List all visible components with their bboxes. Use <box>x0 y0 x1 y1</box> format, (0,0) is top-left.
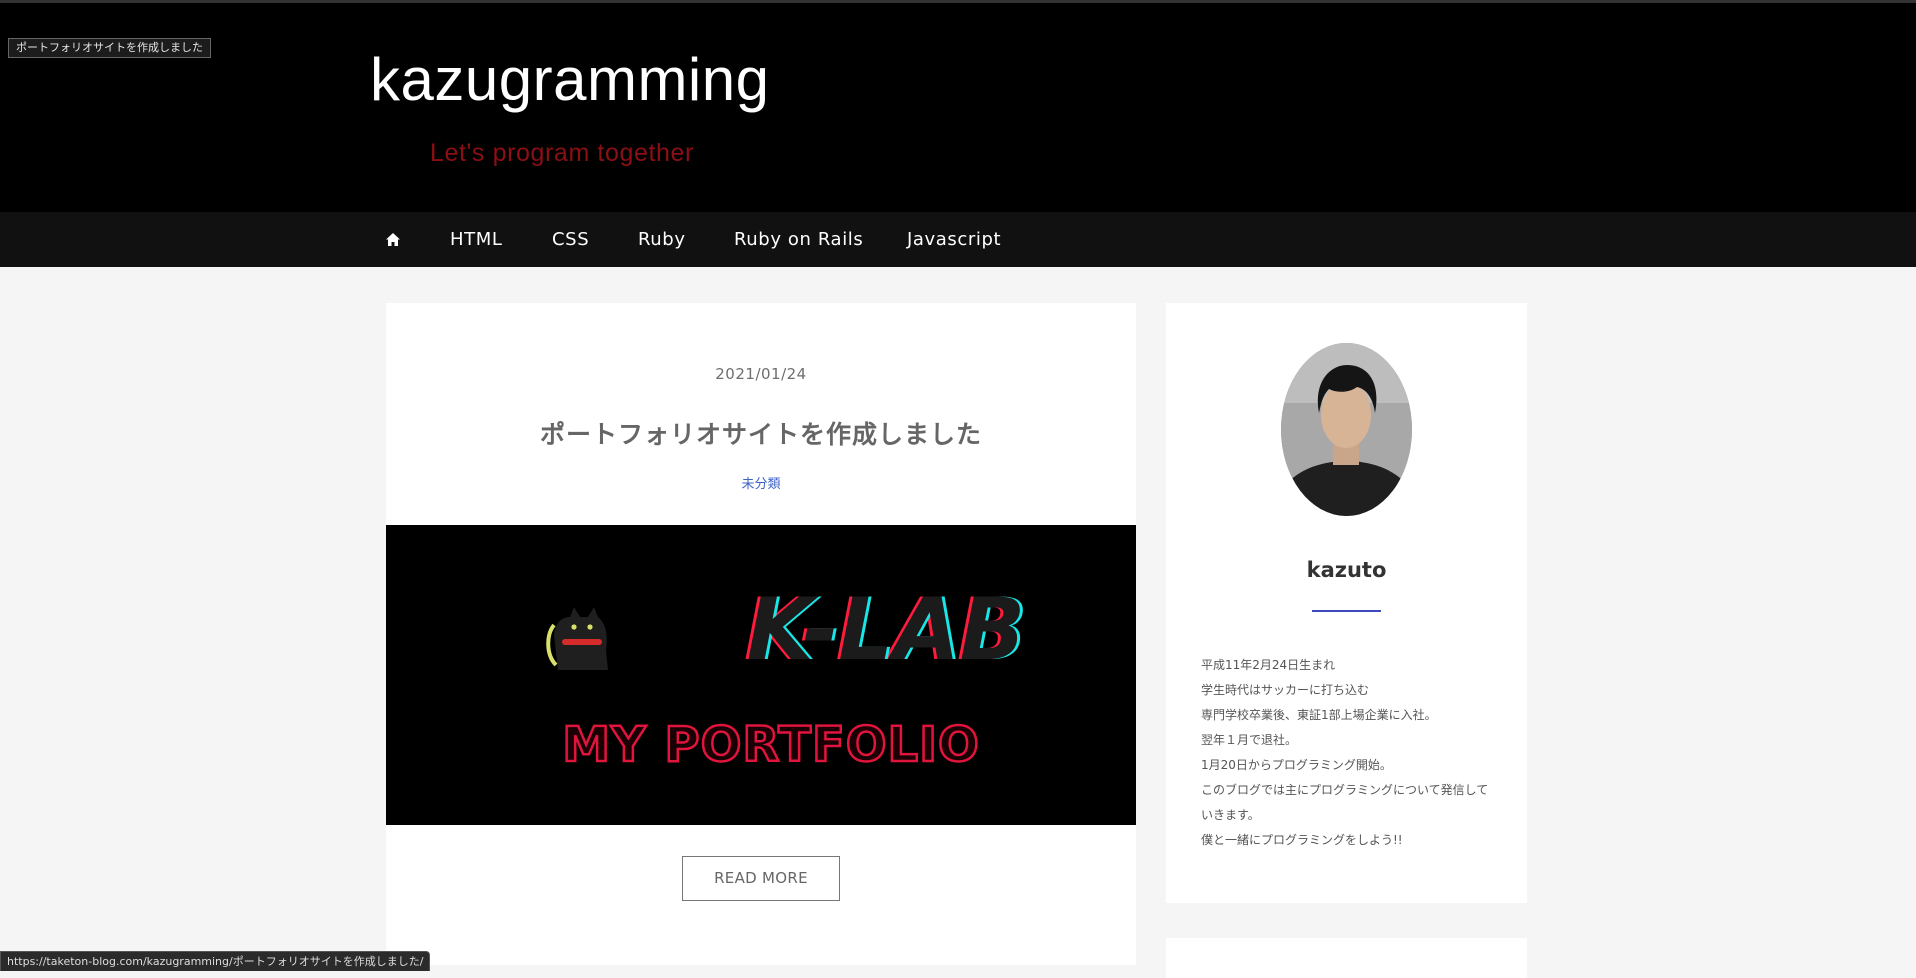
post-category[interactable]: 未分類 <box>386 473 1136 492</box>
post-title[interactable]: ポートフォリオサイトを作成しました <box>386 415 1136 451</box>
profile-widget: kazuto 平成11年2月24日生まれ 学生時代はサッカーに打ち込む 専門学校… <box>1166 303 1527 903</box>
nav-item-javascript[interactable]: Javascript <box>907 212 1001 267</box>
site-header: kazugramming Let's program together <box>0 3 1916 212</box>
profile-name: kazuto <box>1306 558 1387 582</box>
avatar-photo <box>1281 343 1412 516</box>
nav-item-css[interactable]: CSS <box>552 212 589 267</box>
bio-line: いきます。 <box>1201 808 1260 822</box>
site-tagline: Let's program together <box>430 139 694 167</box>
bio-line: 僕と一緒にプログラミングをしよう!! <box>1201 833 1403 847</box>
banner-subtitle: MY PORTFOLIO <box>562 717 980 773</box>
read-more-button[interactable]: READ MORE <box>682 856 840 901</box>
bio-line: 平成11年2月24日生まれ <box>1201 658 1336 672</box>
bio-line: 専門学校卒業後、東証1部上場企業に入社。 <box>1201 708 1437 722</box>
sidebar-widget <box>1166 938 1527 978</box>
avatar <box>1281 343 1412 516</box>
post-thumbnail[interactable]: K-LAB K-LAB K-LAB MY PORTFOLIO <box>386 525 1136 825</box>
post-date: 2021/01/24 <box>715 365 807 383</box>
nav-item-html[interactable]: HTML <box>450 212 503 267</box>
profile-bio: 平成11年2月24日生まれ 学生時代はサッカーに打ち込む 専門学校卒業後、東証1… <box>1201 653 1501 853</box>
banner-logo: K-LAB <box>747 580 1026 680</box>
status-url: https://taketon-blog.com/kazugramming/ポー… <box>0 951 431 971</box>
bio-line: 翌年１月で退社。 <box>1201 733 1298 747</box>
bio-line: このブログでは主にプログラミングについて発信して <box>1201 783 1489 797</box>
divider <box>1312 610 1381 612</box>
site-title[interactable]: kazugramming <box>370 45 770 114</box>
bio-line: 1月20日からプログラミング開始。 <box>1201 758 1392 772</box>
bio-line: 学生時代はサッカーに打ち込む <box>1201 683 1370 697</box>
home-icon[interactable] <box>383 228 403 250</box>
nav-item-ruby[interactable]: Ruby <box>638 212 686 267</box>
main-nav: HTML CSS Ruby Ruby on Rails Javascript <box>0 212 1916 267</box>
nav-item-ruby-on-rails[interactable]: Ruby on Rails <box>734 212 863 267</box>
home-icon-svg <box>386 232 400 246</box>
link-tooltip: ポートフォリオサイトを作成しました <box>8 38 211 58</box>
post-card: 2021/01/24 ポートフォリオサイトを作成しました 未分類 K-LAB K… <box>386 303 1136 965</box>
portfolio-banner: K-LAB K-LAB K-LAB MY PORTFOLIO <box>386 525 1136 825</box>
